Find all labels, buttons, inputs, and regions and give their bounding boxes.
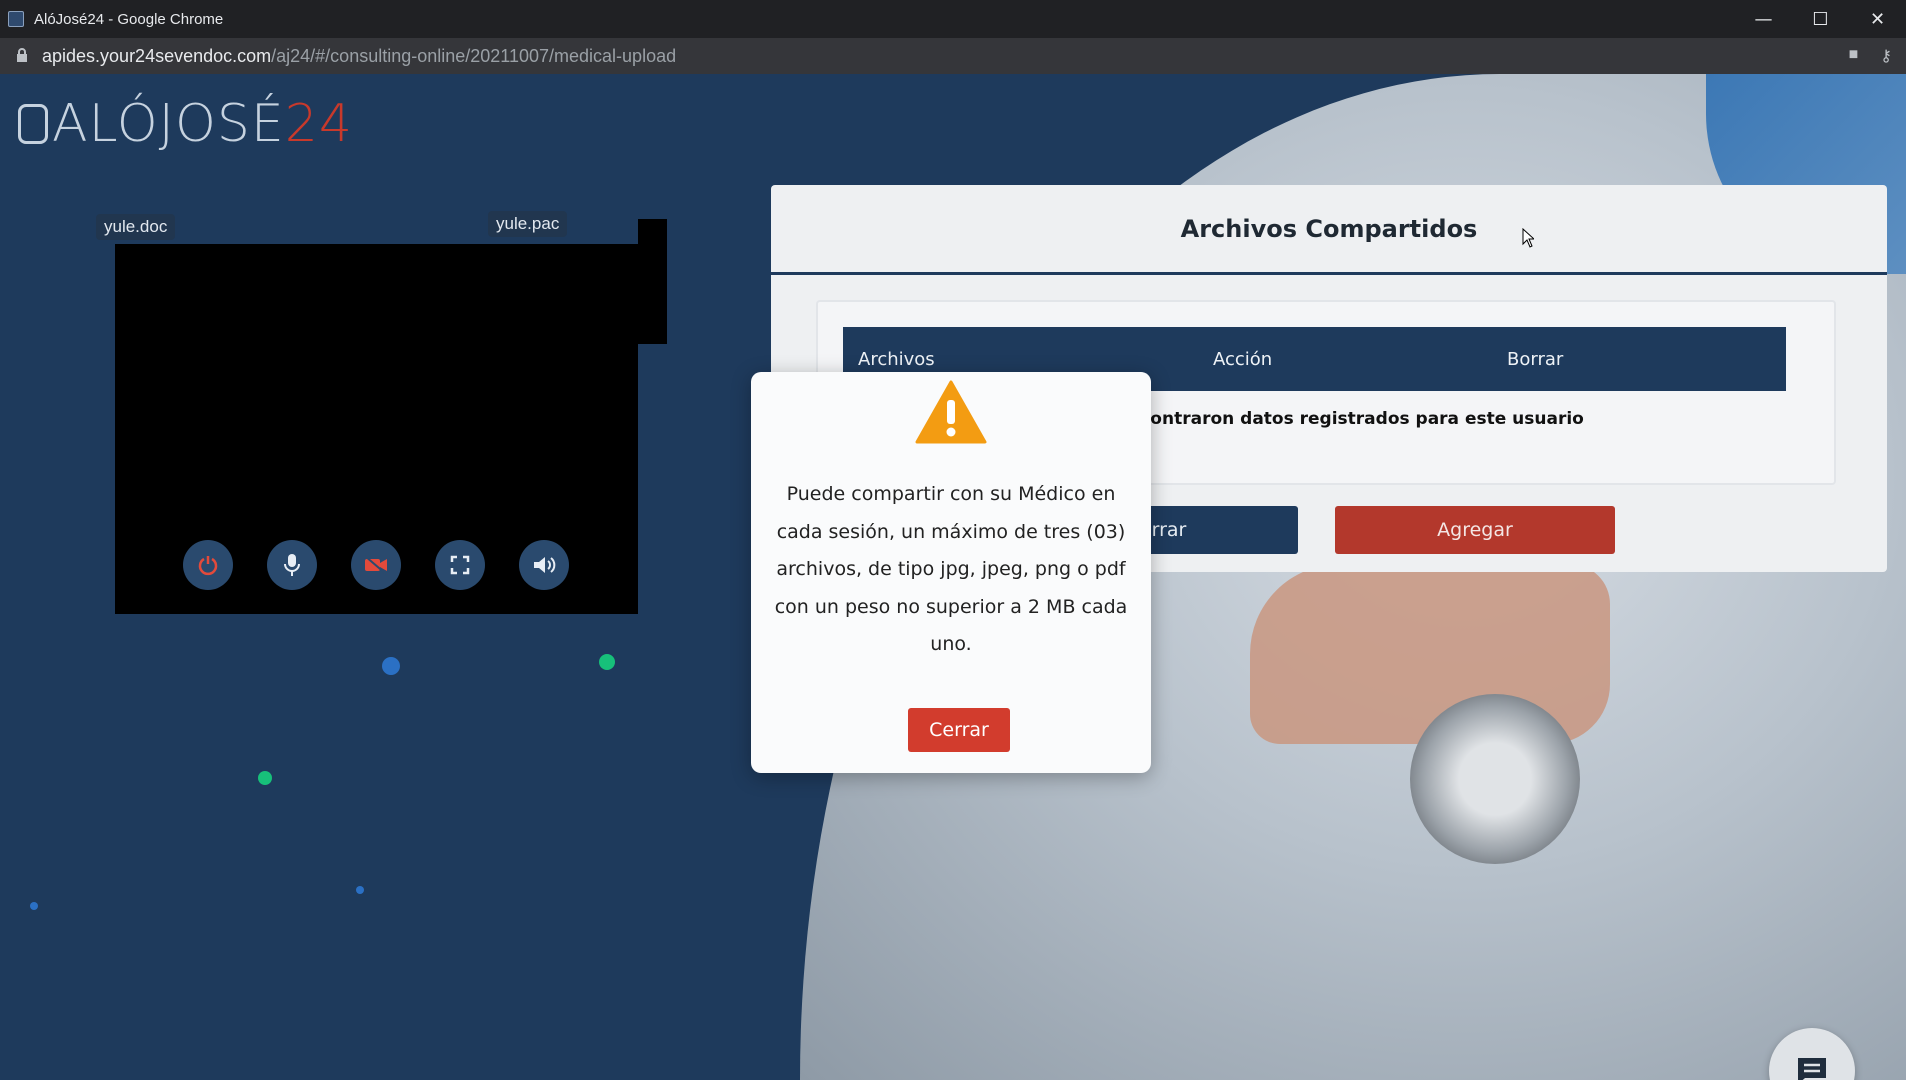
favicon-icon [8,11,24,27]
camera-icon[interactable]: ■ [1849,46,1859,66]
column-header: Borrar [1507,349,1564,370]
stethoscope-image [1410,694,1580,864]
volume-icon[interactable] [519,540,569,590]
mouse-cursor-icon [1522,228,1534,248]
add-file-button[interactable]: Agregar [1335,506,1615,554]
video-controls [183,540,569,590]
maximize-button[interactable]: ☐ [1792,0,1849,38]
url-path: /aj24/#/consulting-online/20211007/medic… [271,45,677,66]
fullscreen-icon[interactable] [435,540,485,590]
url-host: apides.your24sevendoc.com [42,45,272,66]
warning-icon [751,380,1151,446]
browser-titlebar: AlóJosé24 - Google Chrome — ☐ ✕ [0,0,1906,38]
local-user-tag: yule.doc [96,214,176,240]
remote-user-tag: yule.pac [488,211,568,237]
chat-icon [1798,1058,1826,1080]
card-header: Archivos Compartidos [771,185,1887,275]
dialog-message: Puede compartir con su Médico en cada se… [774,483,1128,655]
logo-icon [18,104,48,144]
column-header: Archivos [858,349,935,370]
address-bar[interactable]: apides.your24sevendoc.com/aj24/#/consult… [0,38,1906,74]
column-header: Acción [1213,349,1273,370]
window-controls: — ☐ ✕ [1735,0,1906,38]
key-icon[interactable]: ⚷ [1880,46,1892,66]
hand-image [1250,564,1610,744]
close-dialog-button[interactable]: Cerrar [908,708,1010,752]
minimize-button[interactable]: — [1735,0,1792,38]
lock-icon [16,46,30,67]
window-title: AlóJosé24 - Google Chrome [34,10,224,28]
camera-off-icon[interactable] [351,540,401,590]
card-title: Archivos Compartidos [1180,214,1478,243]
info-dialog: Puede compartir con su Médico en cada se… [751,372,1151,773]
close-window-button[interactable]: ✕ [1849,0,1906,38]
microphone-icon[interactable] [267,540,317,590]
remote-video [638,219,667,344]
power-icon[interactable] [183,540,233,590]
app-logo[interactable]: ALÓJOSÉ24 [18,94,353,154]
